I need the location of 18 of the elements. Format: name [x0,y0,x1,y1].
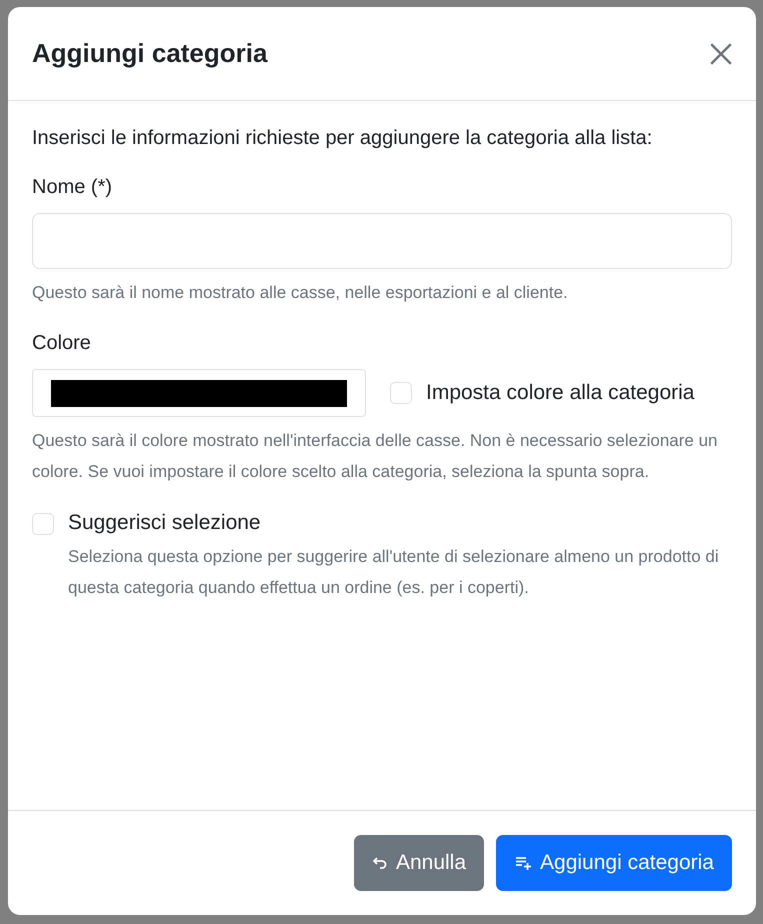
checkbox[interactable] [390,382,412,404]
checkbox-label: Imposta colore alla categoria [426,381,694,405]
help-text: Questo sarà il colore mostrato nell'interfaccia delle casse. Non è necessario selezionare un colore. Se vuoi impostare il colore scelto alla categoria, seleziona la spunta sopra. [32,430,718,483]
playlist-add-icon [514,855,532,871]
dialog-title: Aggiungi categoria [32,38,268,69]
checkbox[interactable] [32,513,54,535]
undo-icon [372,855,388,871]
name-field[interactable] [32,213,732,269]
cancel-button[interactable]: Annulla [354,835,484,891]
color-picker[interactable] [32,369,366,417]
close-icon[interactable] [708,40,734,66]
intro-text: Inserisci le informazioni richieste per aggiungere la categoria alla lista: [32,126,654,151]
color-label: Colore [32,332,92,355]
help-text: Questo sarà il nome mostrato alle casse, nelle esportazioni e al cliente. [32,282,569,304]
add-category-button[interactable]: Aggiungi categoria [496,835,732,891]
checkbox-label: Suggerisci selezione [68,511,261,534]
name-label: Nome (*) [32,176,114,199]
help-text: Seleziona questa opzione per suggerire all'utente di selezionare almeno un prodotto di questa categoria quando effettua un ordine (es. per i coperti). [68,546,720,599]
